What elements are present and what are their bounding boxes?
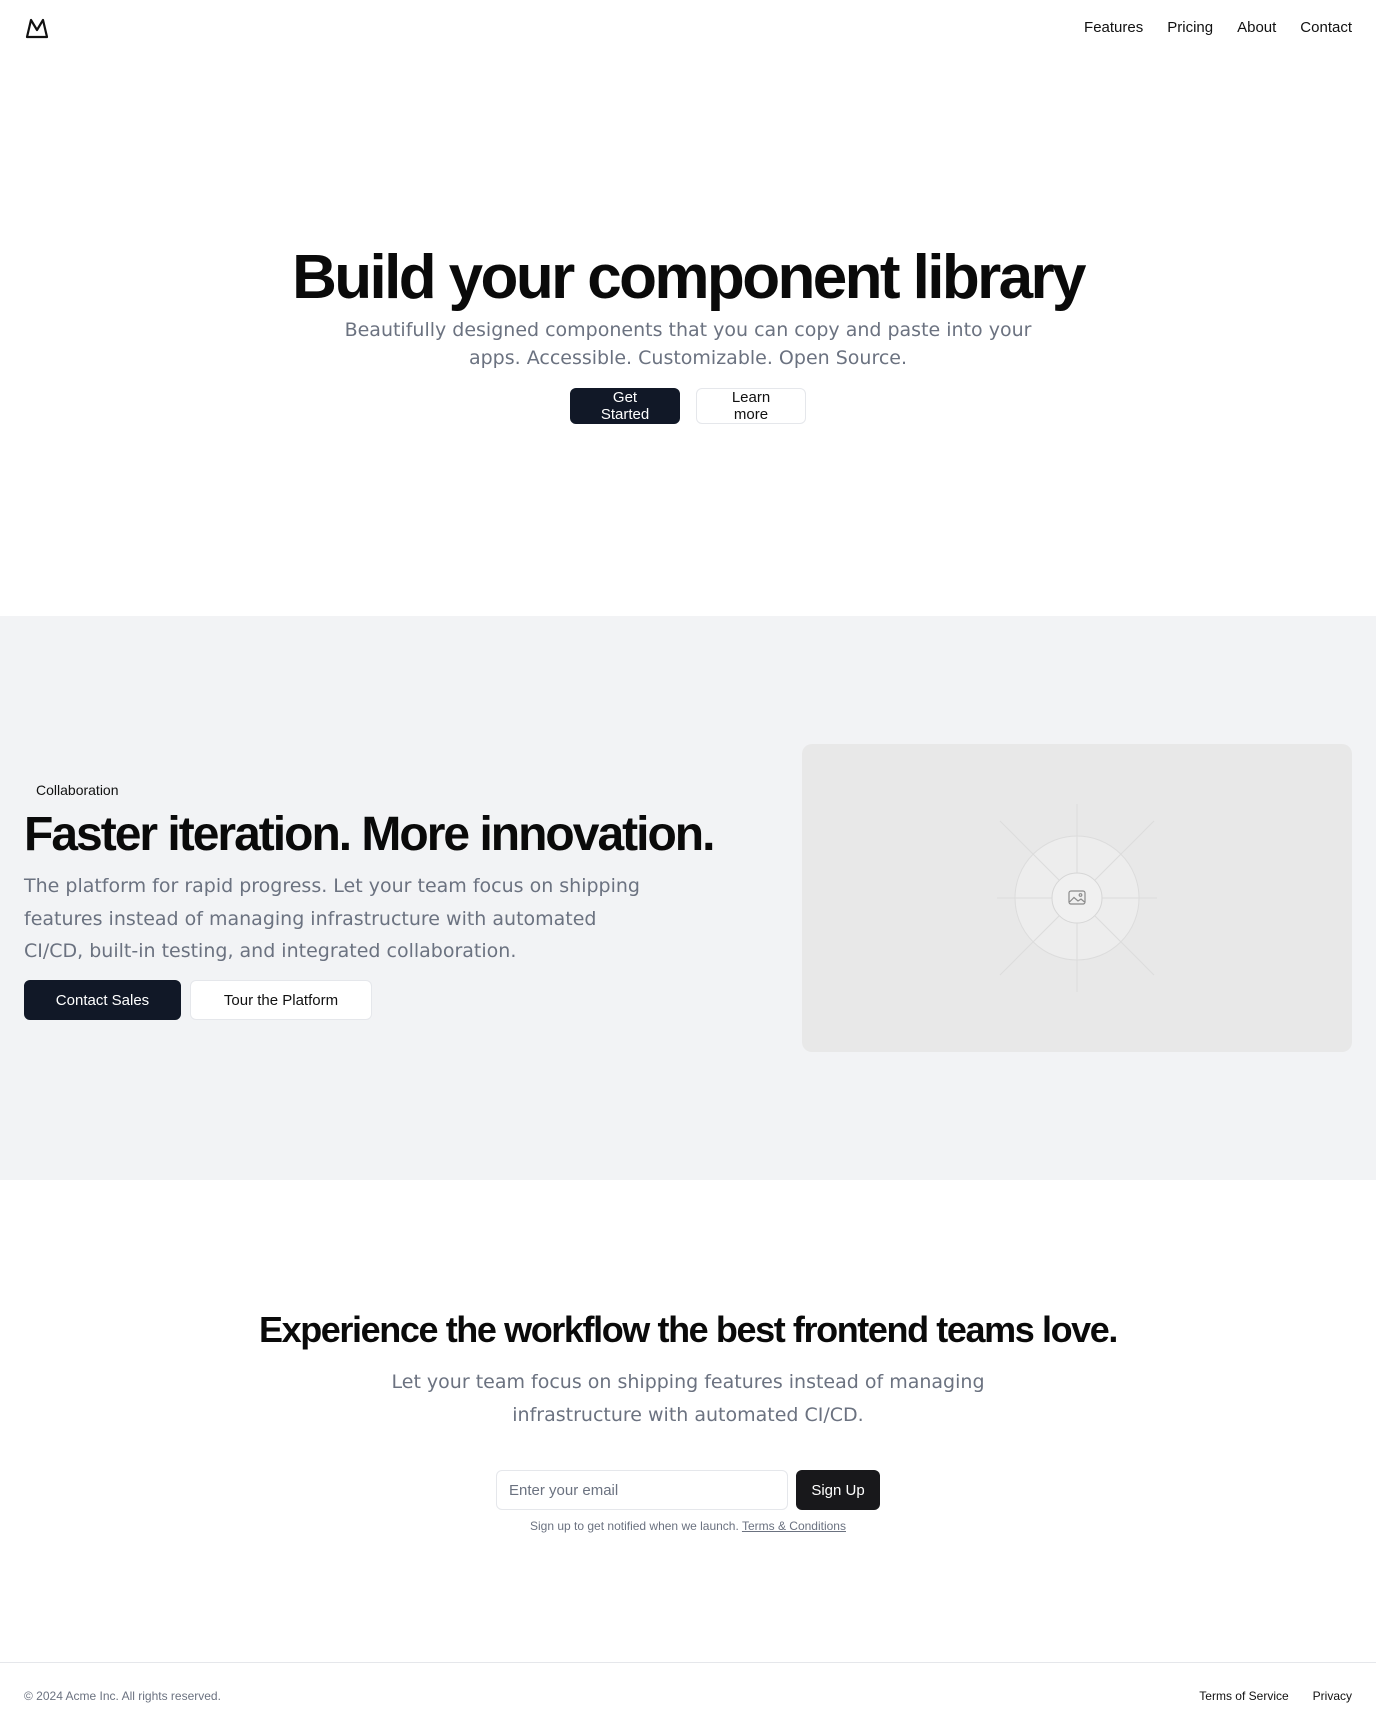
learn-more-button[interactable]: Learn more	[696, 388, 806, 424]
footer-links: Terms of Service Privacy	[1199, 1689, 1352, 1703]
feature-title: Faster iteration. More innovation.	[24, 808, 715, 861]
hero-section: Build your component library Beautifully…	[0, 56, 1376, 616]
cta-subtitle: Let your team focus on shipping features…	[391, 1371, 985, 1426]
feature-section: Collaboration Faster iteration. More inn…	[0, 616, 1376, 1180]
main-nav: Features Pricing About Contact	[1084, 18, 1352, 38]
signup-note-text: Sign up to get notified when we launch.	[530, 1519, 739, 1533]
feature-subtitle: The platform for rapid progress. Let you…	[24, 875, 640, 962]
signup-form: Sign Up	[496, 1470, 880, 1510]
get-started-button[interactable]: Get Started	[570, 388, 680, 424]
nav-link-features[interactable]: Features	[1084, 18, 1143, 38]
nav-link-about[interactable]: About	[1237, 18, 1276, 38]
collaboration-badge: Collaboration	[24, 778, 131, 802]
terms-conditions-link[interactable]: Terms & Conditions	[742, 1519, 846, 1533]
cta-title: Experience the workflow the best fronten…	[258, 1309, 1118, 1350]
hero-title: Build your component library	[292, 243, 1086, 312]
sign-up-button[interactable]: Sign Up	[796, 1470, 880, 1510]
email-input[interactable]	[496, 1470, 788, 1510]
footer-link-terms[interactable]: Terms of Service	[1199, 1689, 1288, 1703]
footer-link-privacy[interactable]: Privacy	[1313, 1689, 1352, 1703]
site-header: Features Pricing About Contact	[0, 0, 1376, 56]
site-footer: © 2024 Acme Inc. All rights reserved. Te…	[0, 1662, 1376, 1728]
contact-sales-button[interactable]: Contact Sales	[24, 980, 181, 1020]
nav-link-pricing[interactable]: Pricing	[1167, 18, 1213, 38]
cta-section: Experience the workflow the best fronten…	[0, 1180, 1376, 1662]
mountain-icon[interactable]	[24, 15, 50, 41]
image-placeholder	[802, 744, 1352, 1052]
hero-button-group: Get Started Learn more	[0, 388, 1376, 424]
feature-button-group: Contact Sales Tour the Platform	[24, 980, 372, 1020]
hero-subtitle: Beautifully designed components that you…	[344, 319, 1032, 369]
signup-note: Sign up to get notified when we launch. …	[0, 1518, 1376, 1534]
copyright-text: © 2024 Acme Inc. All rights reserved.	[24, 1688, 221, 1703]
tour-platform-button[interactable]: Tour the Platform	[190, 980, 372, 1020]
nav-link-contact[interactable]: Contact	[1300, 18, 1352, 38]
image-placeholder-icon	[997, 804, 1157, 992]
